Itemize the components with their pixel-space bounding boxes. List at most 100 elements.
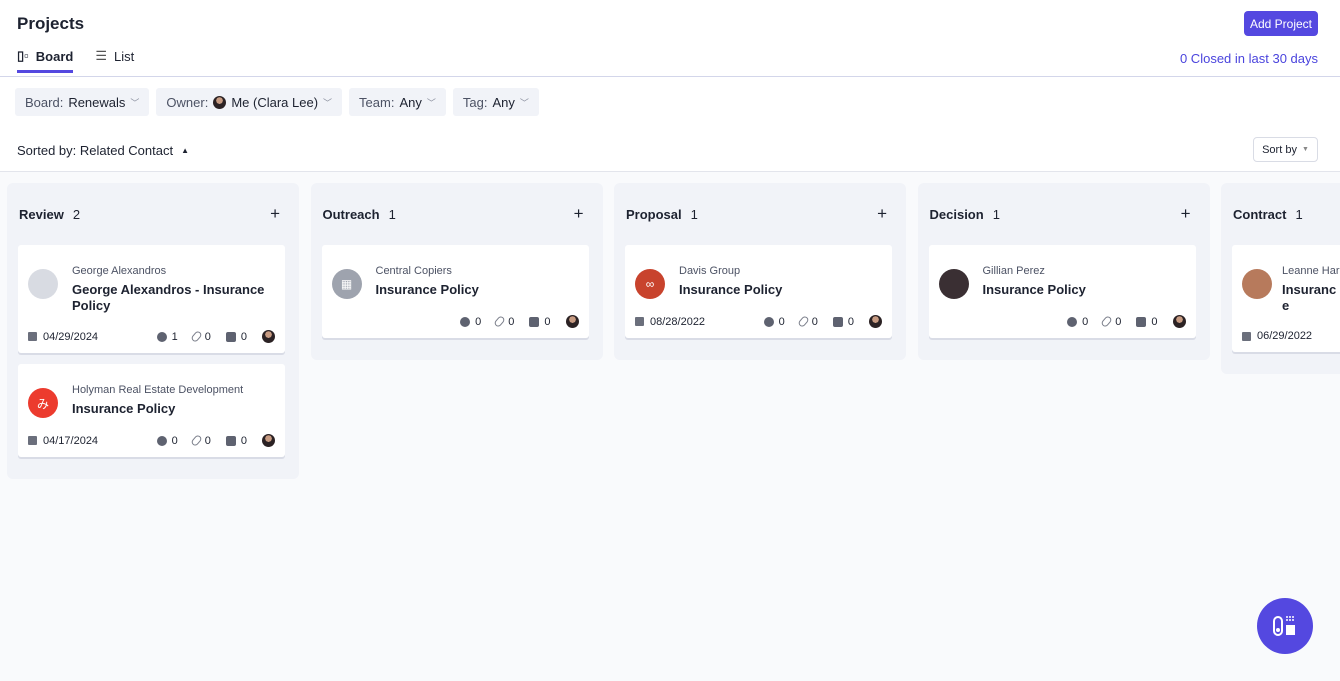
filter-owner[interactable]: Owner: Me (Clara Lee) ﹀ xyxy=(156,88,343,116)
due-date: 04/17/2024 xyxy=(43,434,99,447)
project-card[interactable]: Gillian Perez Insurance Policy 0 0 0 xyxy=(928,245,1196,338)
paperclip-icon xyxy=(190,434,203,447)
sort-by-button[interactable]: Sort by ▼ xyxy=(1253,137,1318,162)
tab-label: List xyxy=(113,48,135,64)
card-meta: 0 0 0 xyxy=(332,315,579,328)
card-title: Insurance Policy xyxy=(72,401,176,416)
card-meta: 04/17/2024 0 0 0 xyxy=(28,434,275,447)
column-header: Contract 1 xyxy=(1232,183,1340,245)
column-count: 1 xyxy=(690,206,698,222)
column-review: Review 2 + George Alexandros George Alexandr… xyxy=(7,183,299,479)
column-header: Proposal 1 + xyxy=(625,183,895,245)
project-card[interactable]: George Alexandros George Alexandros - Ins… xyxy=(18,245,285,353)
note-count: 0 xyxy=(544,315,551,328)
list-icon: ☰ xyxy=(95,48,107,63)
add-card-icon[interactable]: + xyxy=(574,204,584,224)
note-count: 0 xyxy=(847,315,854,328)
filter-label: Board: xyxy=(25,94,64,110)
paperclip-icon xyxy=(1100,315,1113,328)
owner-avatar xyxy=(262,330,275,343)
attachment-count: 0 xyxy=(508,315,515,328)
column-count: 1 xyxy=(1295,206,1303,222)
card-title: Insurance xyxy=(1282,282,1337,313)
note-icon xyxy=(832,316,843,327)
column-count: 1 xyxy=(388,206,396,222)
column-name: Proposal xyxy=(626,206,682,222)
tab-list[interactable]: ☰ List xyxy=(95,48,134,73)
check-circle-icon xyxy=(763,316,774,327)
column-proposal: Proposal 1 + ∞ Davis Group Insurance Policy 0… xyxy=(614,183,906,360)
add-card-icon[interactable]: + xyxy=(877,204,887,224)
caret-down-icon: ▼ xyxy=(1301,146,1309,153)
filter-tag[interactable]: Tag: Any ﹀ xyxy=(452,88,539,116)
board-icon: ▯▫ xyxy=(17,48,29,63)
contact-avatar xyxy=(938,269,969,299)
company-logo: み xyxy=(28,388,58,418)
owner-avatar xyxy=(262,434,275,447)
column-name: Review xyxy=(19,206,64,222)
note-count: 0 xyxy=(1151,315,1158,328)
add-card-icon[interactable]: + xyxy=(270,204,280,224)
filter-label: Tag: xyxy=(462,94,488,110)
attachment-count: 0 xyxy=(204,330,211,343)
note-icon xyxy=(1136,316,1147,327)
filter-board[interactable]: Board: Renewals ﹀ xyxy=(15,88,150,116)
due-date: 04/29/2024 xyxy=(43,330,99,343)
closed-link[interactable]: 0 Closed in last 30 days xyxy=(1180,51,1318,66)
paperclip-icon xyxy=(797,315,810,328)
owner-avatar xyxy=(565,315,579,328)
note-icon xyxy=(529,316,540,327)
project-card[interactable]: ∞ Davis Group Insurance Policy 08/28/2022 … xyxy=(625,245,892,338)
check-circle-icon xyxy=(460,316,471,327)
filter-team[interactable]: Team: Any ﹀ xyxy=(349,88,446,116)
add-project-button[interactable]: Add Project xyxy=(1244,11,1318,36)
check-circle-icon xyxy=(156,435,167,446)
chevron-down-icon: ﹀ xyxy=(519,97,529,108)
calendar-icon xyxy=(635,317,644,326)
tab-label: Board xyxy=(35,48,74,64)
attachment-count: 0 xyxy=(204,434,211,447)
column-name: Decision xyxy=(929,206,984,222)
column-name: Outreach xyxy=(322,206,380,222)
chevron-down-icon: ﹀ xyxy=(323,97,333,108)
tab-divider xyxy=(0,76,1340,77)
note-count: 0 xyxy=(240,434,247,447)
card-title: George Alexandros - Insurance Policy xyxy=(72,282,265,313)
check-circle-icon xyxy=(156,331,167,342)
due-date: 08/28/2022 xyxy=(650,315,706,328)
attachment-count: 0 xyxy=(811,315,818,328)
sort-indicator[interactable]: Sorted by: Related Contact ▲ xyxy=(17,143,189,158)
column-header: Review 2 + xyxy=(18,183,288,245)
owner-avatar xyxy=(869,315,882,328)
project-card[interactable]: み Holyman Real Estate Development Insuranc… xyxy=(18,364,285,457)
tab-board[interactable]: ▯▫ Board xyxy=(17,48,74,73)
caret-up-icon: ▲ xyxy=(181,146,190,155)
project-card[interactable]: Leanne Har Insurance 06/29/2022 xyxy=(1232,245,1340,352)
filter-label: Team: xyxy=(359,94,395,110)
paperclip-icon xyxy=(190,330,203,343)
card-contact: Gillian Perez xyxy=(982,265,1045,277)
page-title: Projects xyxy=(17,14,85,33)
task-count: 1 xyxy=(171,330,178,343)
project-card[interactable]: ▦ Central Copiers Insurance Policy 0 0 0 xyxy=(321,245,589,338)
assistant-fab[interactable] xyxy=(1257,598,1313,654)
filter-value: Renewals xyxy=(68,94,126,110)
task-count: 0 xyxy=(171,434,178,447)
due-date: 06/29/2022 xyxy=(1257,330,1313,342)
card-contact: Leanne Har xyxy=(1282,265,1340,277)
calendar-icon xyxy=(28,332,37,341)
attachment-count: 0 xyxy=(1115,315,1122,328)
card-meta: 04/29/2024 1 0 0 xyxy=(28,330,275,343)
column-outreach: Outreach 1 + ▦ Central Copiers Insurance Poli… xyxy=(310,183,603,360)
card-title: Insurance Policy xyxy=(982,282,1086,297)
card-contact: Central Copiers xyxy=(375,265,452,277)
view-tabs: ▯▫ Board ☰ List xyxy=(17,48,134,73)
filter-bar: Board: Renewals ﹀ Owner: Me (Clara Lee) ﹀ Te… xyxy=(15,88,539,116)
add-card-icon[interactable]: + xyxy=(1181,204,1191,224)
calendar-icon xyxy=(28,436,37,445)
chevron-down-icon: ﹀ xyxy=(130,97,140,108)
column-name: Contract xyxy=(1233,206,1287,222)
owner-avatar xyxy=(1172,315,1186,328)
column-header: Outreach 1 + xyxy=(322,183,592,245)
company-logo: ∞ xyxy=(635,269,665,299)
